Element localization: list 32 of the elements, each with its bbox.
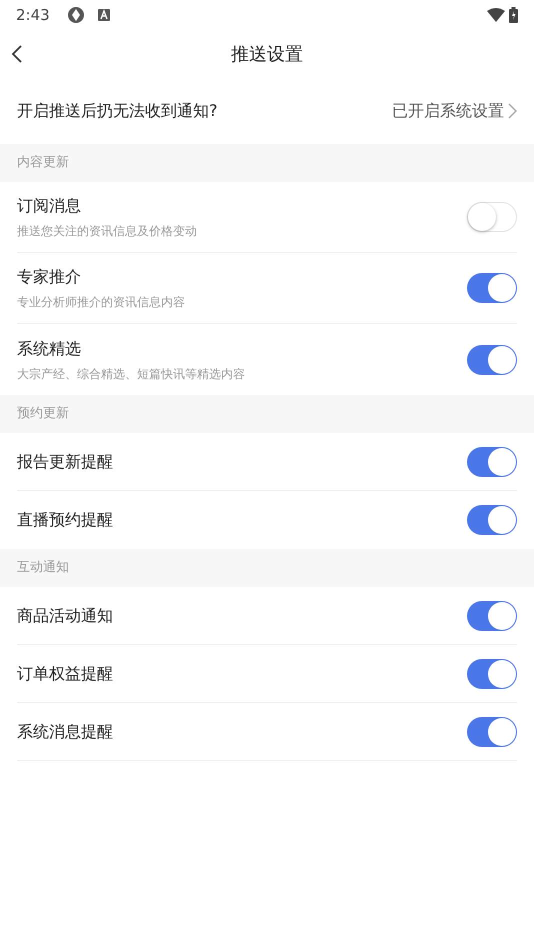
toggle-switch[interactable] [467, 600, 517, 630]
page-title: 推送设置 [231, 42, 303, 66]
setting-description: 推送您关注的资讯信息及价格变动 [17, 223, 198, 240]
section-title: 互动通知 [17, 559, 69, 578]
setting-label: 系统消息提醒 [17, 720, 114, 742]
toggle-switch[interactable] [467, 273, 517, 303]
chevron-right-icon [508, 103, 517, 119]
setting-label: 系统精选 [17, 338, 82, 360]
setting-label: 专家推介 [17, 266, 82, 288]
system-settings-status: 已开启系统设置 [392, 100, 504, 122]
status-time: 2:43 [16, 4, 50, 26]
setting-label: 直播预约提醒 [17, 509, 114, 531]
notification-question: 开启推送后扔无法收到通知? [17, 100, 218, 122]
toggle-switch[interactable] [467, 446, 517, 476]
toggle-switch[interactable] [467, 716, 517, 746]
letter-a-icon [98, 9, 110, 21]
section-title: 预约更新 [17, 405, 69, 424]
setting-label: 订单权益提醒 [17, 662, 114, 684]
toggle-switch[interactable] [467, 658, 517, 688]
setting-label: 商品活动通知 [17, 604, 114, 626]
wifi-icon [487, 8, 505, 22]
back-icon[interactable] [10, 44, 24, 64]
system-settings-row[interactable]: 开启推送后扔无法收到通知? 已开启系统设置 [0, 78, 534, 144]
setting-label: 报告更新提醒 [17, 450, 114, 472]
setting-label: 订阅消息 [17, 195, 82, 217]
setting-description: 大宗产经、综合精选、短篇快讯等精选内容 [17, 366, 246, 382]
section-title: 内容更新 [17, 154, 69, 172]
toggle-switch[interactable] [467, 344, 517, 374]
toggle-switch[interactable] [467, 505, 517, 535]
battery-icon [509, 7, 518, 23]
setting-description: 专业分析师推介的资讯信息内容 [17, 294, 186, 311]
toggle-switch[interactable] [467, 202, 517, 232]
